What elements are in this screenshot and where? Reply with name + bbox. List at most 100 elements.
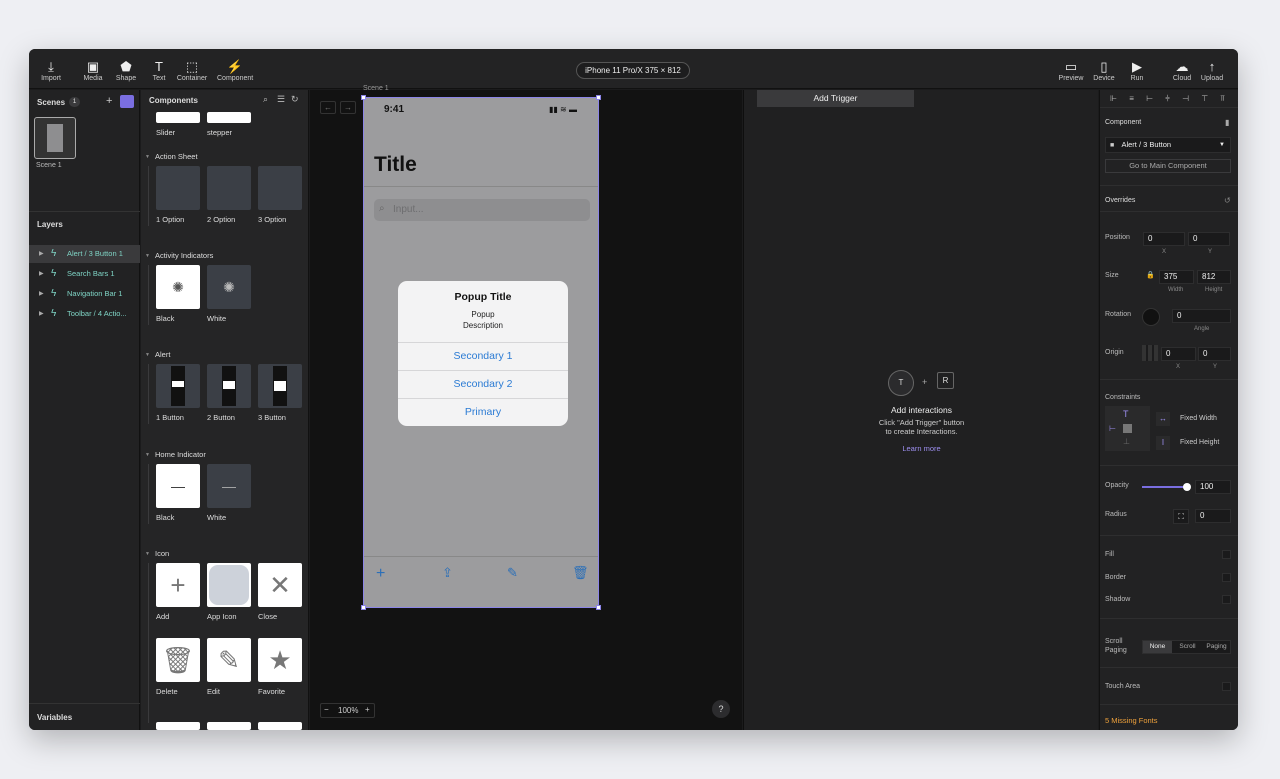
collapse-arrow-icon[interactable]: ▼ bbox=[145, 551, 150, 557]
origin-x-input[interactable]: 0 bbox=[1161, 347, 1196, 361]
height-input[interactable]: 812 bbox=[1197, 270, 1231, 284]
resize-handle[interactable] bbox=[361, 95, 366, 100]
constraints-widget[interactable]: T ⊢ ⊥ bbox=[1105, 406, 1150, 451]
reset-icon[interactable]: ↺ bbox=[1224, 196, 1231, 205]
device-button[interactable]: ▯ Device bbox=[1086, 59, 1122, 82]
missing-fonts-warning[interactable]: 5 Missing Fonts bbox=[1105, 716, 1158, 725]
scene-view-icon[interactable] bbox=[120, 95, 134, 108]
import-button[interactable]: ⤓ Import bbox=[33, 59, 69, 82]
expand-arrow-icon[interactable]: ▶ bbox=[39, 285, 44, 303]
angle-input[interactable]: 0 bbox=[1172, 309, 1231, 323]
text-button[interactable]: T Text bbox=[141, 59, 177, 82]
collapse-arrow-icon[interactable]: ▼ bbox=[145, 154, 150, 160]
fill-checkbox[interactable] bbox=[1222, 550, 1231, 559]
component-thumb[interactable] bbox=[207, 112, 251, 123]
component-thumb[interactable]: ✺ bbox=[156, 265, 200, 309]
component-thumb[interactable] bbox=[258, 364, 302, 408]
learn-more-link[interactable]: Learn more bbox=[744, 444, 1099, 453]
design-canvas[interactable]: ← → Scene 1 9:41 ▮▮ ≋ ▬ Title ⌕ Input...… bbox=[310, 85, 742, 730]
expand-arrow-icon[interactable]: ▶ bbox=[39, 265, 44, 283]
opacity-slider-thumb[interactable] bbox=[1183, 483, 1191, 491]
fixed-width-icon[interactable]: ↔ bbox=[1156, 412, 1170, 426]
shape-button[interactable]: ⬟ Shape bbox=[108, 59, 144, 82]
collapse-arrow-icon[interactable]: ▼ bbox=[145, 352, 150, 358]
container-button[interactable]: ⬚ Container bbox=[174, 59, 210, 82]
component-thumb[interactable] bbox=[156, 166, 200, 210]
shadow-checkbox[interactable] bbox=[1222, 595, 1231, 604]
component-thumb[interactable] bbox=[207, 364, 251, 408]
scroll-paging-toggle[interactable]: None Scroll Paging bbox=[1142, 640, 1231, 654]
opacity-input[interactable]: 100 bbox=[1195, 480, 1231, 494]
list-icon[interactable]: ☰ bbox=[277, 94, 285, 105]
expand-arrow-icon[interactable]: ▶ bbox=[39, 245, 44, 263]
bottom-constraint-icon[interactable]: ⊥ bbox=[1123, 437, 1130, 446]
resize-handle[interactable] bbox=[361, 605, 366, 610]
component-thumb[interactable] bbox=[207, 563, 251, 607]
scroll-option-paging[interactable]: Paging bbox=[1202, 641, 1231, 653]
back-arrow-icon[interactable]: ← bbox=[320, 101, 336, 114]
radius-input[interactable]: 0 bbox=[1195, 509, 1231, 523]
device-selector[interactable]: iPhone 11 Pro/X 375 × 812 bbox=[576, 62, 690, 79]
add-scene-button[interactable]: + bbox=[106, 95, 112, 107]
fixed-height-icon[interactable]: I bbox=[1156, 436, 1170, 450]
section-title[interactable]: Icon bbox=[155, 549, 169, 558]
component-info-icon[interactable]: ▮ bbox=[1225, 118, 1229, 127]
origin-y-input[interactable]: 0 bbox=[1198, 347, 1231, 361]
refresh-icon[interactable]: ↻ bbox=[291, 94, 299, 105]
resize-handle[interactable] bbox=[596, 95, 601, 100]
component-thumb[interactable] bbox=[156, 722, 200, 730]
forward-arrow-icon[interactable]: → bbox=[340, 101, 356, 114]
expand-arrow-icon[interactable]: ▶ bbox=[39, 305, 44, 323]
border-checkbox[interactable] bbox=[1222, 573, 1231, 582]
collapse-arrow-icon[interactable]: ▼ bbox=[145, 452, 150, 458]
component-thumb[interactable]: — bbox=[207, 464, 251, 508]
run-button[interactable]: ▶ Run bbox=[1119, 59, 1155, 82]
left-constraint-icon[interactable]: ⊢ bbox=[1109, 424, 1116, 433]
secondary-2-button[interactable]: Secondary 2 bbox=[398, 370, 568, 398]
media-button[interactable]: ▣ Media bbox=[75, 59, 111, 82]
origin-grid[interactable] bbox=[1142, 345, 1158, 361]
opacity-slider[interactable] bbox=[1142, 486, 1187, 488]
search-icon[interactable]: ⌕ bbox=[263, 94, 268, 105]
layer-item[interactable]: ▶ ϟ Search Bars 1 bbox=[29, 265, 140, 283]
search-field[interactable]: ⌕ Input... bbox=[374, 199, 590, 221]
preview-button[interactable]: ▭ Preview bbox=[1053, 59, 1089, 82]
share-icon[interactable]: ⇪ bbox=[442, 565, 453, 581]
component-thumb[interactable]: ✕ bbox=[258, 563, 302, 607]
phone-frame[interactable]: 9:41 ▮▮ ≋ ▬ Title ⌕ Input... Popup Title… bbox=[363, 97, 599, 608]
layer-item[interactable]: ▶ ϟ Alert / 3 Button 1 bbox=[29, 245, 140, 263]
primary-button[interactable]: Primary bbox=[398, 398, 568, 426]
add-icon[interactable]: + bbox=[376, 565, 385, 583]
component-thumb[interactable] bbox=[156, 364, 200, 408]
section-title[interactable]: Activity Indicators bbox=[155, 251, 213, 260]
component-thumb[interactable]: — bbox=[156, 464, 200, 508]
component-thumb[interactable] bbox=[258, 722, 302, 730]
section-title[interactable]: Action Sheet bbox=[155, 152, 198, 161]
upload-button[interactable]: ↑ Upload bbox=[1194, 59, 1230, 82]
rotation-dial[interactable] bbox=[1142, 308, 1160, 326]
component-thumb[interactable] bbox=[156, 112, 200, 123]
component-select[interactable]: ■ Alert / 3 Button ▼ bbox=[1105, 137, 1231, 153]
top-constraint-icon[interactable]: T bbox=[1123, 410, 1132, 419]
compose-icon[interactable]: ✎ bbox=[507, 565, 518, 581]
component-thumb[interactable] bbox=[207, 166, 251, 210]
component-thumb[interactable]: ✎ bbox=[207, 638, 251, 682]
variables-title[interactable]: Variables bbox=[37, 713, 72, 722]
component-thumb[interactable]: ★ bbox=[258, 638, 302, 682]
zoom-out-button[interactable]: − bbox=[324, 705, 329, 714]
section-title[interactable]: Alert bbox=[155, 350, 170, 359]
touch-area-checkbox[interactable] bbox=[1222, 682, 1231, 691]
component-thumb[interactable]: ✺ bbox=[207, 265, 251, 309]
zoom-control[interactable]: − 100% + bbox=[320, 703, 375, 718]
lock-icon[interactable]: 🔒 bbox=[1146, 271, 1155, 279]
alignment-icons[interactable]: ⊩ ≡ ⊢ ⫩ ⊣ ⊤ ⫪ ⊥ bbox=[1110, 94, 1238, 104]
layer-item[interactable]: ▶ ϟ Navigation Bar 1 bbox=[29, 285, 140, 303]
scroll-option-none[interactable]: None bbox=[1143, 641, 1172, 653]
component-thumb[interactable] bbox=[258, 166, 302, 210]
secondary-1-button[interactable]: Secondary 1 bbox=[398, 342, 568, 370]
resize-handle[interactable] bbox=[596, 605, 601, 610]
component-thumb[interactable]: + bbox=[156, 563, 200, 607]
position-x-input[interactable]: 0 bbox=[1143, 232, 1185, 246]
position-y-input[interactable]: 0 bbox=[1188, 232, 1230, 246]
width-input[interactable]: 375 bbox=[1159, 270, 1194, 284]
